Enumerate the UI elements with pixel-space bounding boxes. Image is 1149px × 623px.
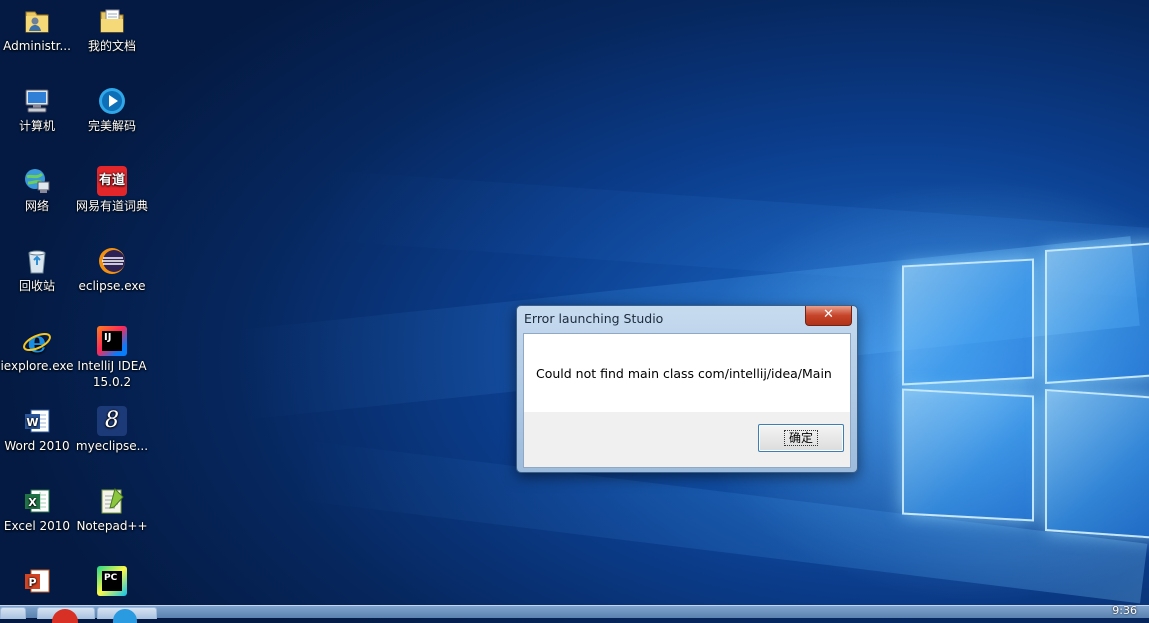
desktop-icon-notepadpp[interactable]: Notepad++ xyxy=(75,486,149,534)
myeclipse-icon: 8 xyxy=(97,406,127,436)
windows-logo-pane xyxy=(1045,389,1149,539)
taskbar: 9:36 xyxy=(0,604,1149,623)
windows-logo-pane xyxy=(902,388,1034,522)
svg-text:X: X xyxy=(28,496,37,509)
desktop-icon-label: Administr... xyxy=(3,39,71,53)
windows-logo-pane xyxy=(1045,242,1149,384)
word-icon: W xyxy=(22,406,52,436)
ok-button-label: 确定 xyxy=(783,430,818,446)
desktop-icon-youdao[interactable]: 有道 网易有道词典 xyxy=(75,166,149,214)
media-player-icon xyxy=(97,86,127,116)
computer-icon xyxy=(22,86,52,116)
powerpoint-icon: P xyxy=(22,566,52,596)
desktop-icon-label: 完美解码 xyxy=(87,119,136,133)
desktop-icon-my-documents[interactable]: 我的文档 xyxy=(75,6,149,54)
intellij-icon: IJ xyxy=(97,326,127,356)
pycharm-badge-text: PC xyxy=(104,573,118,583)
error-message: Could not find main class com/intellij/i… xyxy=(536,366,832,381)
desktop-icon-label: eclipse.exe xyxy=(78,279,146,293)
desktop-icon-label: iexplore.exe xyxy=(0,359,74,373)
desktop-icon-iexplore[interactable]: e iexplore.exe xyxy=(0,325,74,374)
dialog-button-area: 确定 xyxy=(524,412,850,467)
notepadpp-icon xyxy=(97,486,127,516)
desktop-icon-eclipse[interactable]: eclipse.exe xyxy=(75,246,149,294)
ie-icon xyxy=(113,609,137,623)
network-icon xyxy=(22,166,52,196)
recycle-bin-icon xyxy=(22,246,52,276)
pycharm-icon: PC xyxy=(97,566,127,596)
internet-explorer-icon: e xyxy=(22,325,52,360)
desktop-icon-myeclipse[interactable]: 8 myeclipse... xyxy=(75,406,149,454)
desktop-icon-computer[interactable]: 计算机 xyxy=(0,86,74,134)
windows-logo-pane xyxy=(902,258,1034,386)
desktop-icon-word[interactable]: W Word 2010 xyxy=(0,406,74,454)
desktop-icon-media-player[interactable]: 完美解码 xyxy=(75,86,149,134)
youdao-dict-icon: 有道 xyxy=(97,166,127,196)
desktop-icon-label: 回收站 xyxy=(18,279,55,293)
desktop-icon-label: IntelliJ IDEA 15.0.2 xyxy=(77,359,147,389)
close-button[interactable]: ✕ xyxy=(805,306,852,326)
svg-text:P: P xyxy=(28,576,36,589)
excel-icon: X xyxy=(22,486,52,516)
desktop-icon-label: Word 2010 xyxy=(4,439,70,453)
desktop-icon-intellij[interactable]: IJ IntelliJ IDEA 15.0.2 xyxy=(75,326,149,390)
desktop-icon-label: 网络 xyxy=(24,199,49,213)
desktop-icon-excel[interactable]: X Excel 2010 xyxy=(0,486,74,534)
desktop-icon-label: 网易有道词典 xyxy=(75,199,148,213)
close-icon: ✕ xyxy=(823,307,834,322)
error-dialog: Error launching Studio ✕ Could not find … xyxy=(516,305,858,473)
user-folder-icon xyxy=(22,6,52,36)
svg-text:W: W xyxy=(26,416,38,429)
desktop-icon-administrator[interactable]: Administr... xyxy=(0,6,74,54)
intellij-badge-text: IJ xyxy=(104,332,112,343)
eclipse-icon xyxy=(97,246,127,276)
desktop-icon-network[interactable]: 网络 xyxy=(0,166,74,214)
dialog-title: Error launching Studio xyxy=(524,311,664,326)
chrome-icon xyxy=(52,609,78,623)
desktop-icon-label: 计算机 xyxy=(18,119,55,133)
desktop-icon-powerpoint[interactable]: P xyxy=(0,566,74,598)
desktop-icon-label: 我的文档 xyxy=(87,39,136,53)
taskbar-app-button[interactable] xyxy=(37,607,95,623)
start-area[interactable] xyxy=(0,607,26,619)
youdao-badge-text: 有道 xyxy=(98,173,125,188)
desktop-icon-label: Notepad++ xyxy=(76,519,148,533)
taskbar-app-button[interactable] xyxy=(97,607,157,623)
dialog-body: Could not find main class com/intellij/i… xyxy=(523,333,851,468)
myeclipse-glyph: 8 xyxy=(105,408,119,433)
desktop-icon-recycle-bin[interactable]: 回收站 xyxy=(0,246,74,294)
desktop-icon-label: myeclipse... xyxy=(75,439,149,453)
documents-folder-icon xyxy=(97,6,127,36)
desktop-icon-pycharm[interactable]: PC xyxy=(75,566,149,598)
ok-button[interactable]: 确定 xyxy=(758,424,844,452)
taskbar-clock[interactable]: 9:36 xyxy=(1112,604,1137,617)
desktop-icon-label: Excel 2010 xyxy=(3,519,71,533)
svg-text:e: e xyxy=(27,326,46,356)
